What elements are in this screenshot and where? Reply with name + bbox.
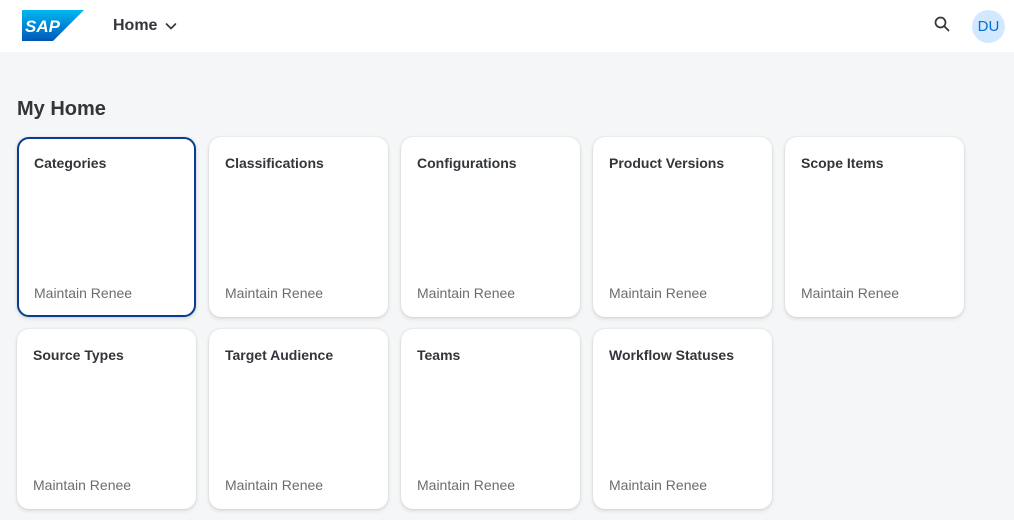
- tile-title: Scope Items: [801, 155, 884, 171]
- home-menu-label: Home: [113, 17, 158, 34]
- tile-title: Target Audience: [225, 347, 334, 363]
- tile-categories[interactable]: Categories Maintain Renee: [17, 137, 196, 317]
- tile-workflow-statuses[interactable]: Workflow Statuses Maintain Renee: [593, 329, 772, 509]
- tile-title: Workflow Statuses: [609, 347, 734, 363]
- tile-subtitle: Maintain Renee: [801, 285, 900, 301]
- tile-product-versions[interactable]: Product Versions Maintain Renee: [593, 137, 772, 317]
- tile-subtitle: Maintain Renee: [33, 477, 132, 493]
- tile-title: Classifications: [225, 155, 324, 171]
- tile-subtitle: Maintain Renee: [225, 285, 324, 301]
- user-avatar[interactable]: DU: [972, 10, 1005, 43]
- tile-scope-items[interactable]: Scope Items Maintain Renee: [785, 137, 964, 317]
- tile-title: Configurations: [417, 155, 517, 171]
- tile-source-types[interactable]: Source Types Maintain Renee: [17, 329, 196, 509]
- tile-subtitle: Maintain Renee: [609, 285, 708, 301]
- sap-logo[interactable]: SAP: [22, 10, 84, 41]
- tile-title: Categories: [34, 155, 107, 171]
- tile-subtitle: Maintain Renee: [609, 477, 708, 493]
- tile-subtitle: Maintain Renee: [225, 477, 324, 493]
- shell-bar: SAP Home DU: [0, 0, 1014, 52]
- tile-title: Product Versions: [609, 155, 725, 171]
- search-icon: [934, 16, 950, 37]
- home-menu-button[interactable]: Home: [113, 14, 177, 38]
- tile-subtitle: Maintain Renee: [417, 477, 516, 493]
- tile-subtitle: Maintain Renee: [34, 285, 133, 301]
- tile-target-audience[interactable]: Target Audience Maintain Renee: [209, 329, 388, 509]
- page-title: My Home: [17, 98, 106, 120]
- tile-configurations[interactable]: Configurations Maintain Renee: [401, 137, 580, 317]
- search-button[interactable]: [931, 15, 953, 37]
- logo-text: SAP: [25, 17, 61, 36]
- tile-subtitle: Maintain Renee: [417, 285, 516, 301]
- tile-title: Teams: [417, 347, 461, 363]
- tile-teams[interactable]: Teams Maintain Renee: [401, 329, 580, 509]
- chevron-down-icon: [165, 20, 177, 32]
- tile-title: Source Types: [33, 347, 124, 363]
- tile-classifications[interactable]: Classifications Maintain Renee: [209, 137, 388, 317]
